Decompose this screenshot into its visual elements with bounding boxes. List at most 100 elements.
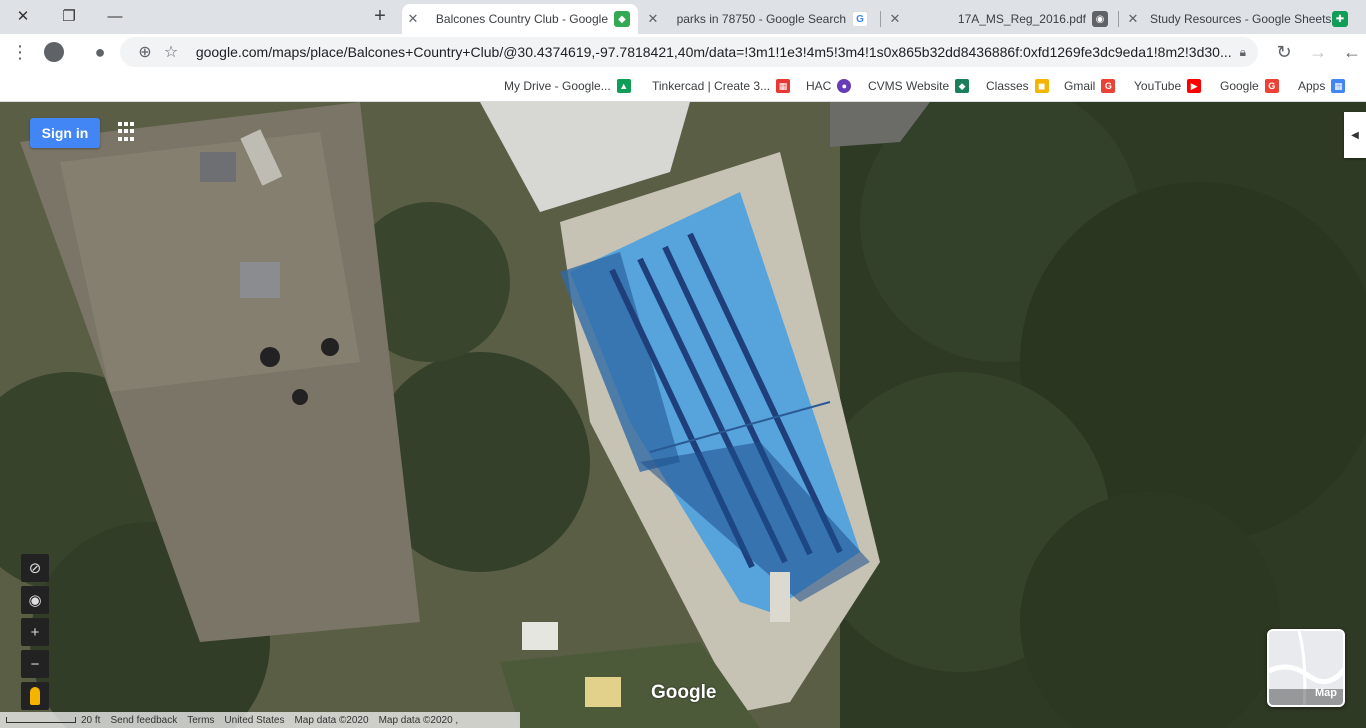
menu-button[interactable]: ⋮ — [6, 38, 34, 66]
pegman-icon[interactable] — [21, 682, 49, 710]
tab-study-resources[interactable]: ✕ Study Resources - Google Sheets ✚ — [1122, 4, 1356, 34]
hac-icon: ● — [837, 79, 852, 93]
drive-icon: ▲ — [616, 79, 631, 93]
reload-icon: ↻ — [1276, 41, 1292, 62]
tab-close-icon[interactable]: ✕ — [402, 11, 424, 27]
terms-link[interactable]: Terms — [182, 715, 219, 726]
reload-button[interactable]: ↻ — [1270, 38, 1298, 66]
tab-close-icon[interactable]: ✕ — [1122, 11, 1144, 27]
bookmark-label: Gmail — [1064, 79, 1096, 93]
tab-close-icon[interactable]: ✕ — [642, 11, 664, 27]
add-icon[interactable]: ⊕ — [132, 42, 158, 62]
google-icon: G — [1101, 79, 1116, 93]
minimize-icon: — — [107, 7, 123, 25]
extension-icon: ● — [94, 41, 106, 62]
arrow-right-icon: → — [1309, 41, 1327, 62]
globe-icon: ◉ — [1092, 11, 1108, 27]
youtube-icon: ▶ — [1187, 79, 1202, 93]
cvms-icon: ◆ — [955, 79, 970, 93]
bookmark-label: My Drive - Google... — [504, 79, 611, 93]
tab-title: Study Resources - Google Sheets — [1150, 12, 1332, 26]
location-icon: ◉ — [28, 592, 42, 609]
sign-in-label: Sign in — [41, 125, 89, 141]
tilt-button[interactable]: ⊘ — [21, 554, 49, 582]
scale-label[interactable]: 20 ft — [76, 715, 105, 726]
arrow-left-icon: ← — [1343, 41, 1361, 62]
tab-parks-search[interactable]: ✕ parks in 78750 - Google Search G — [642, 4, 876, 34]
extension-button[interactable]: ● — [86, 38, 114, 66]
tab-separator — [880, 11, 881, 27]
bookmark-apps[interactable]: Apps ▦ — [1298, 77, 1346, 95]
country-link[interactable]: United States — [219, 715, 289, 726]
satellite-map[interactable]: Sign in ◀ ⊘ ◉ + − Map Google 20 ft Send … — [0, 102, 1366, 728]
bookmark-label: CVMS Website — [868, 79, 950, 93]
more-vert-icon: ⋮ — [11, 41, 29, 62]
layer-label: Map — [1315, 687, 1337, 699]
tab-balcones-country-club[interactable]: ✕ Balcones Country Club - Google ◆ — [402, 4, 638, 34]
bookmark-tinkercad[interactable]: Tinkercad | Create 3... ▦ — [652, 77, 791, 95]
collapse-panel-button[interactable]: ◀ — [1344, 112, 1366, 158]
maximize-icon: ❐ — [62, 8, 76, 25]
triangle-left-icon: ◀ — [1351, 129, 1359, 141]
sheets-icon: ✚ — [1332, 11, 1348, 27]
map-footer: 20 ft Send feedback Terms United States … — [0, 712, 520, 728]
compass-icon: ⊘ — [28, 560, 42, 577]
classroom-icon: ◼ — [1034, 79, 1049, 93]
tab-strip: ✕ ❐ — + ✕ Balcones Country Club - Google… — [0, 0, 1366, 34]
close-icon: ✕ — [16, 8, 30, 25]
address-bar[interactable]: ⊕ ☆ google.com/maps/place/Balcones+Count… — [120, 37, 1258, 67]
map-controls: ⊘ ◉ + − — [21, 554, 49, 710]
star-icon[interactable]: ☆ — [158, 42, 184, 62]
bookmark-label: Google — [1220, 79, 1259, 93]
tab-title: Balcones Country Club - Google — [435, 12, 608, 26]
bookmark-cvms[interactable]: CVMS Website ◆ — [868, 77, 970, 95]
google-icon: G — [852, 11, 868, 27]
new-tab-button[interactable]: + — [368, 4, 392, 28]
satellite-imagery — [0, 102, 1366, 728]
apps-icon: ▦ — [1331, 79, 1346, 93]
tab-separator — [1118, 11, 1119, 27]
tab-title: 17A_MS_Reg_2016.pdf — [957, 12, 1086, 26]
url-text: google.com/maps/place/Balcones+Country+C… — [195, 44, 1232, 60]
tab-ms-reg-pdf[interactable]: ✕ 17A_MS_Reg_2016.pdf ◉ — [884, 4, 1116, 34]
back-button[interactable]: ← — [1338, 38, 1366, 66]
bookmark-label: Classes — [986, 79, 1029, 93]
bookmark-classes[interactable]: Classes ◼ — [986, 77, 1049, 95]
tab-title: parks in 78750 - Google Search — [676, 12, 846, 26]
bookmark-label: YouTube — [1134, 79, 1182, 93]
forward-button[interactable]: → — [1304, 38, 1332, 66]
bookmark-google[interactable]: Google G — [1220, 77, 1279, 95]
my-location-button[interactable]: ◉ — [21, 586, 49, 614]
sign-in-button[interactable]: Sign in — [30, 118, 100, 148]
imagery-attribution: Map data ©2020 , — [378, 714, 459, 726]
map-layer-toggle[interactable]: Map — [1267, 629, 1345, 707]
bookmark-hac[interactable]: HAC ● — [806, 77, 852, 95]
bookmark-youtube[interactable]: YouTube ▶ — [1134, 77, 1202, 95]
google-wordmark: Google — [651, 682, 717, 703]
bookmark-label: HAC — [806, 79, 832, 93]
bookmarks-bar: Apps ▦ Google G YouTube ▶ Gmail G Classe… — [0, 70, 1366, 102]
send-feedback-link[interactable]: Send feedback — [105, 715, 182, 726]
scale-bar[interactable] — [6, 717, 76, 723]
minus-icon: − — [30, 655, 40, 673]
bookmark-label: Tinkercad | Create 3... — [652, 79, 771, 93]
google-apps-icon[interactable] — [118, 122, 138, 142]
bookmark-label: Apps — [1298, 79, 1326, 93]
google-icon: G — [1264, 79, 1279, 93]
bookmark-gmail[interactable]: Gmail G — [1064, 77, 1116, 95]
tab-close-icon[interactable]: ✕ — [884, 11, 906, 27]
zoom-in-button[interactable]: + — [21, 618, 49, 646]
profile-button[interactable] — [40, 38, 68, 66]
window-maximize-button[interactable]: ❐ — [46, 0, 92, 32]
zoom-out-button[interactable]: − — [21, 650, 49, 678]
map-data-attribution: Map data ©2020 — [294, 714, 369, 726]
lock-icon[interactable]: 🔒︎ — [1240, 45, 1246, 60]
window-close-button[interactable]: ✕ — [0, 0, 46, 32]
browser-toolbar: ← → ↻ ⊕ ☆ google.com/maps/place/Balcones… — [0, 34, 1366, 70]
plus-icon: + — [374, 4, 386, 27]
plus-icon: + — [30, 623, 40, 641]
window-minimize-button[interactable]: — — [92, 0, 138, 32]
maps-icon: ◆ — [614, 11, 630, 27]
bookmark-my-drive[interactable]: My Drive - Google... ▲ — [504, 77, 631, 95]
avatar-icon — [44, 42, 64, 62]
